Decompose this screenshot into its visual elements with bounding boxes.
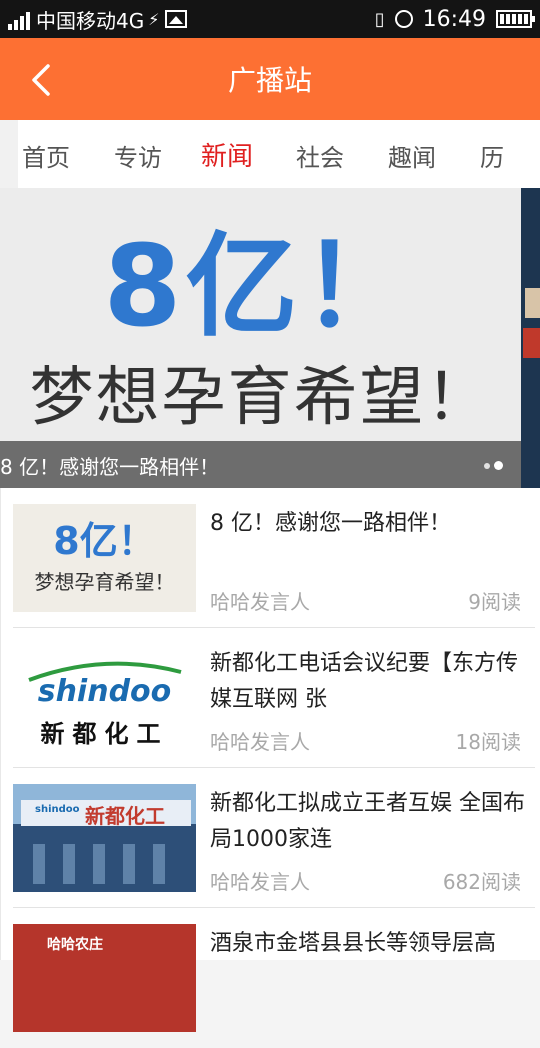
- article-title: 8 亿！感谢您一路相伴！: [210, 511, 451, 536]
- thumb-text: 梦想孕育希望！: [34, 570, 175, 594]
- thumb-text: shindoo: [35, 804, 80, 815]
- banner-headline: 8亿！: [103, 222, 418, 352]
- tab-interview[interactable]: 专访: [114, 138, 162, 173]
- article-thumbnail: shindoo 新都化工: [13, 784, 196, 892]
- article-thumbnail: shindoo 新都化工: [13, 644, 196, 752]
- tab-news[interactable]: 新闻: [201, 136, 253, 173]
- app-bar: 广播站: [0, 38, 540, 120]
- article-thumbnail: 8亿！ 梦想孕育希望！: [13, 504, 196, 612]
- vibrate-icon: ▯: [374, 8, 385, 30]
- carrier-label: 中国移动4G: [36, 8, 145, 33]
- tab-strip[interactable]: 首页 专访 新闻 社会 趣闻 历: [18, 120, 540, 188]
- thumb-text: shindoo: [37, 674, 172, 709]
- carousel-dot-active: [494, 461, 503, 470]
- article-thumbnail: 哈哈农庄: [13, 924, 196, 1032]
- article-read-count: 18阅读: [455, 730, 521, 754]
- page-title: 广播站: [227, 64, 312, 97]
- article-title: 新都化工电话会议纪要【东方传媒互联网 张: [210, 651, 519, 712]
- tab-society[interactable]: 社会: [296, 138, 344, 173]
- article-source: 哈哈发言人: [210, 870, 310, 894]
- article-source: 哈哈发言人: [210, 590, 310, 614]
- banner-carousel[interactable]: 8亿！ 梦想孕育希望！ 8 亿！感谢您一路相伴！: [0, 188, 521, 488]
- battery-icon: [496, 10, 535, 28]
- tab-home[interactable]: 首页: [22, 138, 70, 173]
- image-icon: [165, 10, 188, 28]
- article-title: 新都化工拟成立王者互娱 全国布局1000家连: [210, 791, 525, 852]
- article-list: 8亿！ 梦想孕育希望！ 8 亿！感谢您一路相伴！ 哈哈发言人 9阅读 shind…: [0, 488, 540, 1032]
- signal-icon: [8, 8, 30, 30]
- alarm-icon: [394, 10, 413, 28]
- article-title: 酒泉市金塔县县长等领导层高: [210, 931, 497, 956]
- banner-caption-bar: 8 亿！感谢您一路相伴！: [0, 441, 521, 488]
- banner-slogan: 梦想孕育希望！: [29, 361, 492, 435]
- carousel-dot: [484, 462, 490, 469]
- clock: 16:49: [422, 6, 486, 32]
- list-item[interactable]: shindoo 新都化工 新都化工电话会议纪要【东方传媒互联网 张 哈哈发言人 …: [13, 628, 535, 768]
- back-button[interactable]: [22, 60, 62, 100]
- article-read-count: 682阅读: [442, 870, 521, 894]
- list-item[interactable]: shindoo 新都化工 新都化工拟成立王者互娱 全国布局1000家连 哈哈发言…: [13, 768, 535, 908]
- thumb-text: 哈哈农庄: [47, 937, 103, 953]
- tab-fun[interactable]: 趣闻: [388, 138, 436, 173]
- list-item[interactable]: 8亿！ 梦想孕育希望！ 8 亿！感谢您一路相伴！ 哈哈发言人 9阅读: [13, 488, 535, 628]
- thumb-text: 8亿！: [53, 519, 156, 563]
- article-source: 哈哈发言人: [210, 730, 310, 754]
- thumb-text: 新都化工: [85, 804, 165, 828]
- carousel-indicator: [484, 461, 503, 470]
- banner-next-slide-peek: [521, 188, 540, 488]
- chevron-left-icon: [32, 64, 50, 96]
- thumb-text: 新都化工: [40, 720, 169, 748]
- bolt-icon: ⚡: [148, 9, 160, 29]
- tab-history[interactable]: 历: [480, 138, 504, 173]
- status-bar: 中国移动4G ⚡ ▯ 16:49: [0, 0, 540, 38]
- category-tabs: 首页 专访 新闻 社会 趣闻 历: [0, 120, 540, 188]
- list-item[interactable]: 哈哈农庄 酒泉市金塔县县长等领导层高: [13, 908, 535, 1048]
- banner-caption: 8 亿！感谢您一路相伴！: [0, 455, 220, 479]
- article-read-count: 9阅读: [468, 590, 521, 614]
